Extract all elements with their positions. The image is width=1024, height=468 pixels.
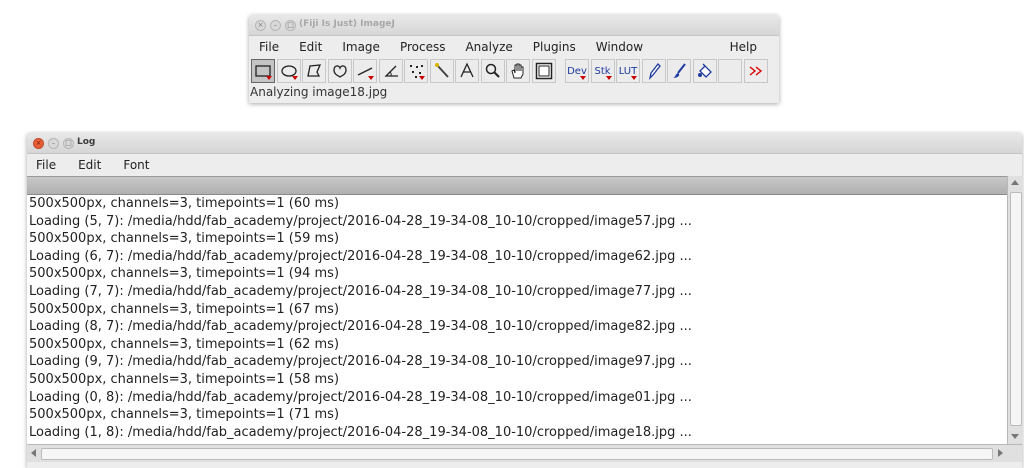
log-titlebar[interactable]: × – □ Log [27,133,1022,154]
brush-tool-button[interactable] [667,59,691,83]
rectangle-tool-button[interactable] [251,59,275,83]
freehand-tool-button[interactable] [327,59,352,83]
minimize-icon[interactable]: – [270,20,281,31]
pencil-tool-button[interactable] [641,59,666,83]
text-tool-button[interactable] [455,59,479,83]
flood-fill-tool-button[interactable] [692,59,717,83]
window-controls: × – □ [33,138,74,149]
log-line: 500x500px, channels=3, timepoints=1 (71 … [29,407,340,423]
lut-menu-tool-button[interactable]: LUT [616,59,640,83]
close-icon[interactable]: × [33,138,44,149]
close-icon[interactable]: × [255,20,266,31]
angle-tool-icon [383,65,398,77]
brush-tool-icon [673,63,686,78]
maximize-icon[interactable]: □ [285,20,296,31]
horizontal-scrollbar[interactable] [27,444,1022,462]
hand-tool-button[interactable] [506,59,530,83]
horizontal-scroll-thumb[interactable] [41,448,993,460]
lut-tool-label: LUT [618,65,638,77]
text-tool-icon [460,62,474,78]
magnifier-tool-icon [485,63,500,78]
empty-tool-slot[interactable] [718,59,742,83]
log-line: 500x500px, channels=3, timepoints=1 (62 … [29,336,340,352]
multipoint-tool-button[interactable] [404,59,428,83]
imagej-toolbar: Dev Stk LUT [251,58,779,84]
imagej-titlebar[interactable]: × – □ (Fiji Is Just) ImageJ [249,15,779,36]
menu-font[interactable]: Font [123,158,159,172]
status-bar: Analyzing image18.jpg [250,85,388,99]
log-line: 500x500px, channels=3, timepoints=1 (60 … [29,196,340,211]
wand-tool-button[interactable] [429,59,454,83]
flood-fill-tool-icon [697,63,712,78]
stk-menu-tool-button[interactable]: Stk [590,59,615,83]
log-line: Loading (6, 7): /media/hdd/fab_academy/p… [29,248,692,264]
vertical-scroll-thumb[interactable] [1010,192,1022,426]
log-menubar: File Edit Font [36,154,1022,176]
hand-tool-icon [511,63,524,79]
log-line: 500x500px, channels=3, timepoints=1 (67 … [29,301,340,317]
wand-tool-icon [434,63,449,78]
log-line: Loading (0, 8): /media/hdd/fab_academy/p… [29,389,692,405]
window-title: (Fiji Is Just) ImageJ [299,19,395,29]
scroll-down-icon[interactable] [1011,434,1019,439]
polygon-tool-button[interactable] [302,59,326,83]
log-line: 500x500px, channels=3, timepoints=1 (94 … [29,266,340,282]
scroll-left-icon[interactable] [31,449,36,457]
submenu-marker [605,76,612,80]
stk-tool-label: Stk [594,65,611,77]
line-tool-button[interactable] [353,59,377,83]
menu-edit[interactable]: Edit [299,40,332,54]
submenu-marker [631,76,637,80]
menu-help[interactable]: Help [730,40,767,54]
submenu-marker [368,76,374,80]
menu-image[interactable]: Image [342,40,390,54]
polygon-tool-icon [307,64,322,77]
freehand-tool-icon [332,65,347,78]
submenu-marker [291,76,298,80]
oval-tool-button[interactable] [276,59,301,83]
imagej-menubar: File Edit Image Process Analyze Plugins … [259,36,779,58]
menu-file[interactable]: File [259,40,289,54]
log-line: Loading (8, 7): /media/hdd/fab_academy/p… [29,319,692,335]
pencil-tool-icon [648,63,661,80]
window-title: Log [77,137,96,147]
log-line: Loading (5, 7): /media/hdd/fab_academy/p… [29,213,692,229]
vertical-scrollbar[interactable] [1007,176,1023,444]
dev-menu-tool-button[interactable]: Dev [565,59,589,83]
menu-plugins[interactable]: Plugins [533,40,586,54]
submenu-marker [266,76,272,80]
menu-edit[interactable]: Edit [78,158,111,172]
submenu-marker [419,76,425,80]
log-line: Loading (7, 7): /media/hdd/fab_academy/p… [29,283,692,299]
imagej-main-window: × – □ (Fiji Is Just) ImageJ File Edit Im… [249,15,779,103]
log-text-area[interactable]: 500x500px, channels=3, timepoints=1 (60 … [27,195,1007,444]
log-column-header [27,176,1007,195]
minimize-icon[interactable]: – [48,138,59,149]
menu-analyze[interactable]: Analyze [465,40,522,54]
color-picker-tool-button[interactable] [531,59,556,83]
scroll-right-icon[interactable] [998,449,1003,457]
log-window: × – □ Log File Edit Font 500x500px, chan… [27,133,1023,468]
log-line: 500x500px, channels=3, timepoints=1 (58 … [29,371,340,387]
submenu-marker [580,76,586,80]
menu-process[interactable]: Process [400,40,456,54]
angle-tool-button[interactable] [378,59,403,83]
menu-file[interactable]: File [36,158,66,172]
menu-window[interactable]: Window [596,40,653,54]
double-chevron-right-icon [749,66,762,76]
magnifier-tool-button[interactable] [480,59,505,83]
log-line: 500x500px, channels=3, timepoints=1 (59 … [29,231,340,247]
log-line: Loading (9, 7): /media/hdd/fab_academy/p… [29,354,692,370]
maximize-icon[interactable]: □ [63,138,74,149]
scroll-up-icon[interactable] [1011,180,1019,185]
window-controls: × – □ [255,20,296,31]
color-picker-tool-icon [535,62,552,80]
more-tools-button[interactable] [743,59,768,83]
log-line: Loading (1, 8): /media/hdd/fab_academy/p… [29,424,692,440]
dev-tool-label: Dev [567,65,587,77]
